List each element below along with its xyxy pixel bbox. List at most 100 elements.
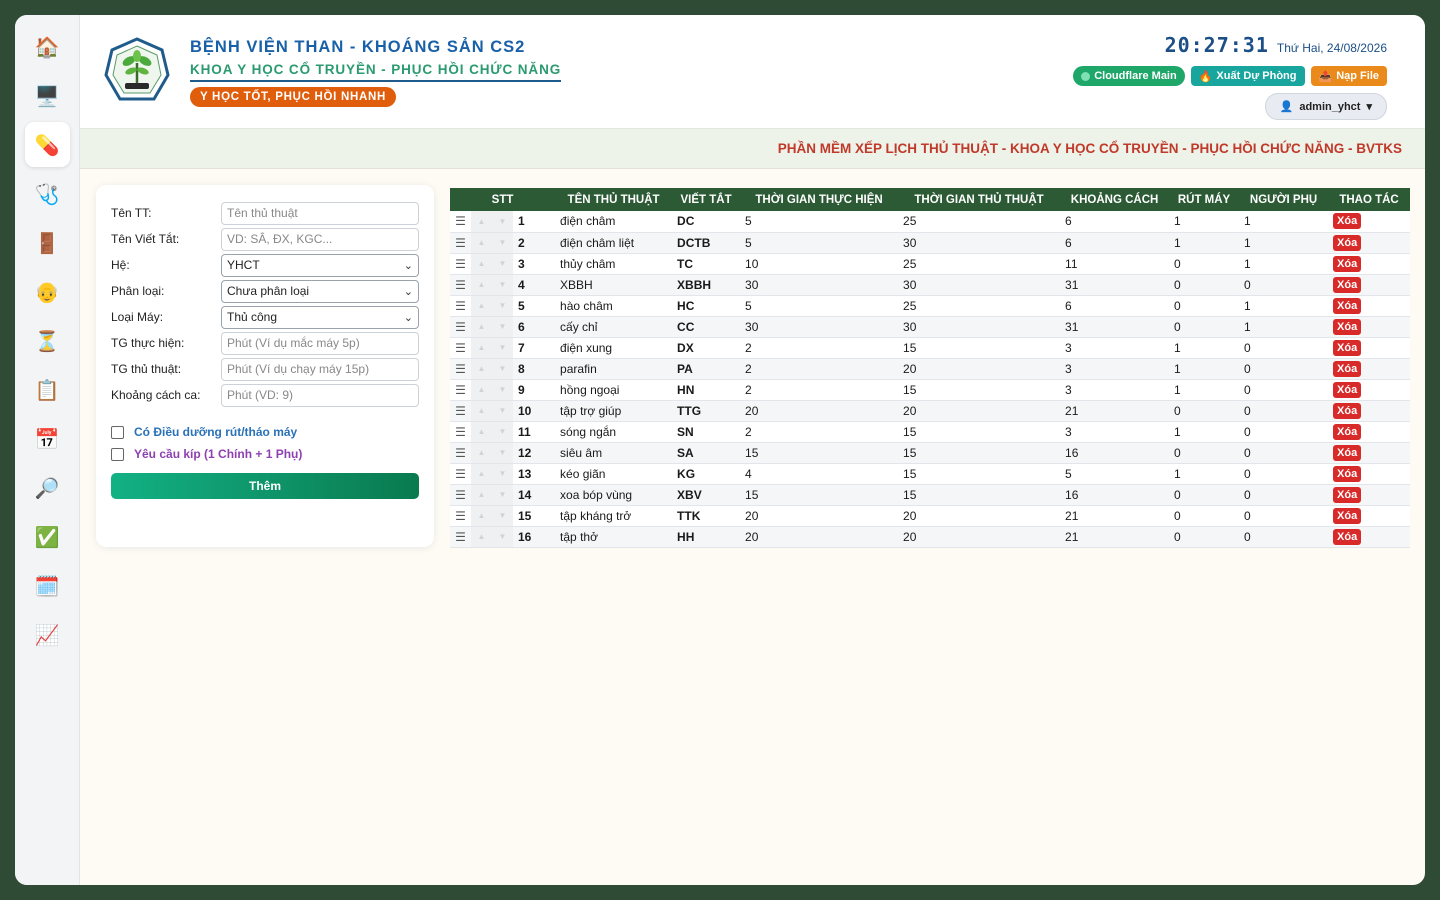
procedure-name-input[interactable]: Tên thủ thuật xyxy=(221,201,419,225)
nurse-checkbox[interactable] xyxy=(111,425,124,439)
row-name: tập trợ giúp xyxy=(555,400,673,422)
move-up-icon[interactable]: ▲ xyxy=(471,442,492,464)
move-up-icon[interactable]: ▲ xyxy=(471,484,492,506)
sidebar-item-calendar-grid[interactable]: 🗓️ xyxy=(25,563,70,608)
sidebar-item-door[interactable]: 🚪 xyxy=(25,220,70,265)
sidebar-item-chart[interactable]: 📈 xyxy=(25,612,70,657)
cloudflare-main-button[interactable]: Cloudflare Main xyxy=(1073,66,1185,86)
drag-handle-icon[interactable]: ☰ xyxy=(450,211,471,233)
abbreviation-input[interactable]: VD: SÂ, ĐX, KGC... xyxy=(221,227,419,251)
drag-handle-icon[interactable]: ☰ xyxy=(450,232,471,254)
delete-button[interactable]: Xóa xyxy=(1333,423,1362,440)
sidebar-item-stethoscope[interactable]: 🩺 xyxy=(25,171,70,216)
move-up-icon[interactable]: ▲ xyxy=(471,232,492,254)
move-down-icon[interactable]: ▼ xyxy=(492,421,513,443)
move-up-icon[interactable]: ▲ xyxy=(471,211,492,233)
move-down-icon[interactable]: ▼ xyxy=(492,526,513,548)
move-up-icon[interactable]: ▲ xyxy=(471,295,492,317)
team-checkbox-row[interactable]: Yêu cầu kíp (1 Chính + 1 Phụ) xyxy=(111,443,419,465)
sidebar-item-checkmark[interactable]: ✅ xyxy=(25,514,70,559)
team-checkbox[interactable] xyxy=(111,447,124,461)
drag-handle-icon[interactable]: ☰ xyxy=(450,400,471,422)
clock: 20:27:31 xyxy=(1164,33,1269,57)
delete-button[interactable]: Xóa xyxy=(1333,213,1362,230)
move-down-icon[interactable]: ▼ xyxy=(492,274,513,296)
drag-handle-icon[interactable]: ☰ xyxy=(450,526,471,548)
sidebar-item-home[interactable]: 🏠 xyxy=(25,24,70,69)
drag-handle-icon[interactable]: ☰ xyxy=(450,253,471,275)
sidebar-item-clipboard[interactable]: 📋 xyxy=(25,367,70,412)
row-proc-time: 15 xyxy=(898,379,1061,401)
move-down-icon[interactable]: ▼ xyxy=(492,337,513,359)
delete-button[interactable]: Xóa xyxy=(1333,339,1362,356)
delete-button[interactable]: Xóa xyxy=(1333,381,1362,398)
drag-handle-icon[interactable]: ☰ xyxy=(450,358,471,380)
delete-button[interactable]: Xóa xyxy=(1333,234,1362,251)
row-abbr: DCTB xyxy=(672,232,741,254)
drag-handle-icon[interactable]: ☰ xyxy=(450,442,471,464)
move-down-icon[interactable]: ▼ xyxy=(492,505,513,527)
drag-handle-icon[interactable]: ☰ xyxy=(450,484,471,506)
sidebar-item-patient[interactable]: 👴 xyxy=(25,269,70,314)
sidebar-item-search[interactable]: 🔎 xyxy=(25,465,70,510)
delete-button[interactable]: Xóa xyxy=(1333,255,1362,272)
move-down-icon[interactable]: ▼ xyxy=(492,358,513,380)
load-file-button[interactable]: 📤 Nạp File xyxy=(1310,66,1387,86)
delete-button[interactable]: Xóa xyxy=(1333,528,1362,545)
proc-time-input[interactable]: Phút (Ví dụ chạy máy 15p) xyxy=(221,357,419,381)
move-up-icon[interactable]: ▲ xyxy=(471,274,492,296)
move-up-icon[interactable]: ▲ xyxy=(471,421,492,443)
delete-button[interactable]: Xóa xyxy=(1333,507,1362,524)
move-up-icon[interactable]: ▲ xyxy=(471,379,492,401)
move-down-icon[interactable]: ▼ xyxy=(492,253,513,275)
delete-button[interactable]: Xóa xyxy=(1333,444,1362,461)
delete-button[interactable]: Xóa xyxy=(1333,276,1362,293)
exec-time-input[interactable]: Phút (Ví dụ mắc máy 5p) xyxy=(221,331,419,355)
move-up-icon[interactable]: ▲ xyxy=(471,358,492,380)
move-down-icon[interactable]: ▼ xyxy=(492,463,513,485)
row-name: siêu âm xyxy=(555,442,673,464)
delete-button[interactable]: Xóa xyxy=(1333,318,1362,335)
delete-button[interactable]: Xóa xyxy=(1333,360,1362,377)
nurse-checkbox-row[interactable]: Có Điều dưỡng rút/tháo máy xyxy=(111,421,419,443)
move-up-icon[interactable]: ▲ xyxy=(471,337,492,359)
drag-handle-icon[interactable]: ☰ xyxy=(450,316,471,338)
delete-button[interactable]: Xóa xyxy=(1333,402,1362,419)
drag-handle-icon[interactable]: ☰ xyxy=(450,295,471,317)
move-up-icon[interactable]: ▲ xyxy=(471,316,492,338)
move-down-icon[interactable]: ▼ xyxy=(492,295,513,317)
sidebar-item-computer[interactable]: 🖥️ xyxy=(25,73,70,118)
move-up-icon[interactable]: ▲ xyxy=(471,463,492,485)
machine-type-select[interactable]: Thủ công ⌄ xyxy=(221,305,419,329)
delete-button[interactable]: Xóa xyxy=(1333,297,1362,314)
move-down-icon[interactable]: ▼ xyxy=(492,211,513,233)
drag-handle-icon[interactable]: ☰ xyxy=(450,421,471,443)
move-down-icon[interactable]: ▼ xyxy=(492,316,513,338)
category-select[interactable]: Chưa phân loại ⌄ xyxy=(221,279,419,303)
system-label: Hệ: xyxy=(111,258,130,272)
move-down-icon[interactable]: ▼ xyxy=(492,442,513,464)
move-down-icon[interactable]: ▼ xyxy=(492,484,513,506)
system-select[interactable]: YHCT ⌄ xyxy=(221,253,419,277)
drag-handle-icon[interactable]: ☰ xyxy=(450,505,471,527)
sidebar-item-calendar[interactable]: 📅 xyxy=(25,416,70,461)
drag-handle-icon[interactable]: ☰ xyxy=(450,379,471,401)
move-down-icon[interactable]: ▼ xyxy=(492,379,513,401)
add-button[interactable]: Thêm xyxy=(111,473,419,499)
drag-handle-icon[interactable]: ☰ xyxy=(450,463,471,485)
drag-handle-icon[interactable]: ☰ xyxy=(450,274,471,296)
sidebar-item-procedures[interactable]: 💊 xyxy=(24,122,70,167)
user-menu-button[interactable]: 👤 admin_yhct ▾ xyxy=(1264,93,1387,120)
delete-button[interactable]: Xóa xyxy=(1333,465,1362,482)
drag-handle-icon[interactable]: ☰ xyxy=(450,337,471,359)
export-backup-button[interactable]: 🔥 Xuất Dự Phòng xyxy=(1190,66,1305,86)
move-up-icon[interactable]: ▲ xyxy=(471,253,492,275)
move-down-icon[interactable]: ▼ xyxy=(492,232,513,254)
move-up-icon[interactable]: ▲ xyxy=(471,505,492,527)
move-up-icon[interactable]: ▲ xyxy=(471,400,492,422)
delete-button[interactable]: Xóa xyxy=(1333,486,1362,503)
move-down-icon[interactable]: ▼ xyxy=(492,400,513,422)
sidebar-item-hourglass[interactable]: ⏳ xyxy=(25,318,70,363)
gap-input[interactable]: Phút (VD: 9) xyxy=(221,383,419,407)
move-up-icon[interactable]: ▲ xyxy=(471,526,492,548)
